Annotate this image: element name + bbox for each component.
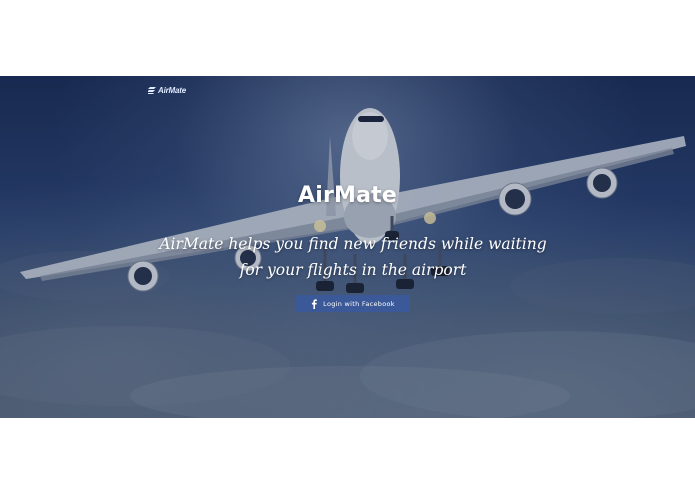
facebook-icon bbox=[312, 298, 317, 309]
landing-page: AirMate AirMate AirMate helps you find n… bbox=[0, 0, 695, 494]
login-with-facebook-button[interactable]: Login with Facebook bbox=[296, 295, 410, 312]
hero-title: AirMate bbox=[298, 183, 397, 208]
facebook-button-label: Login with Facebook bbox=[323, 299, 395, 308]
airmate-logo-icon bbox=[148, 87, 156, 94]
brand-logo[interactable]: AirMate bbox=[148, 86, 186, 95]
brand-name: AirMate bbox=[158, 86, 186, 95]
hero-tagline: AirMate helps you find new friends while… bbox=[159, 235, 547, 279]
